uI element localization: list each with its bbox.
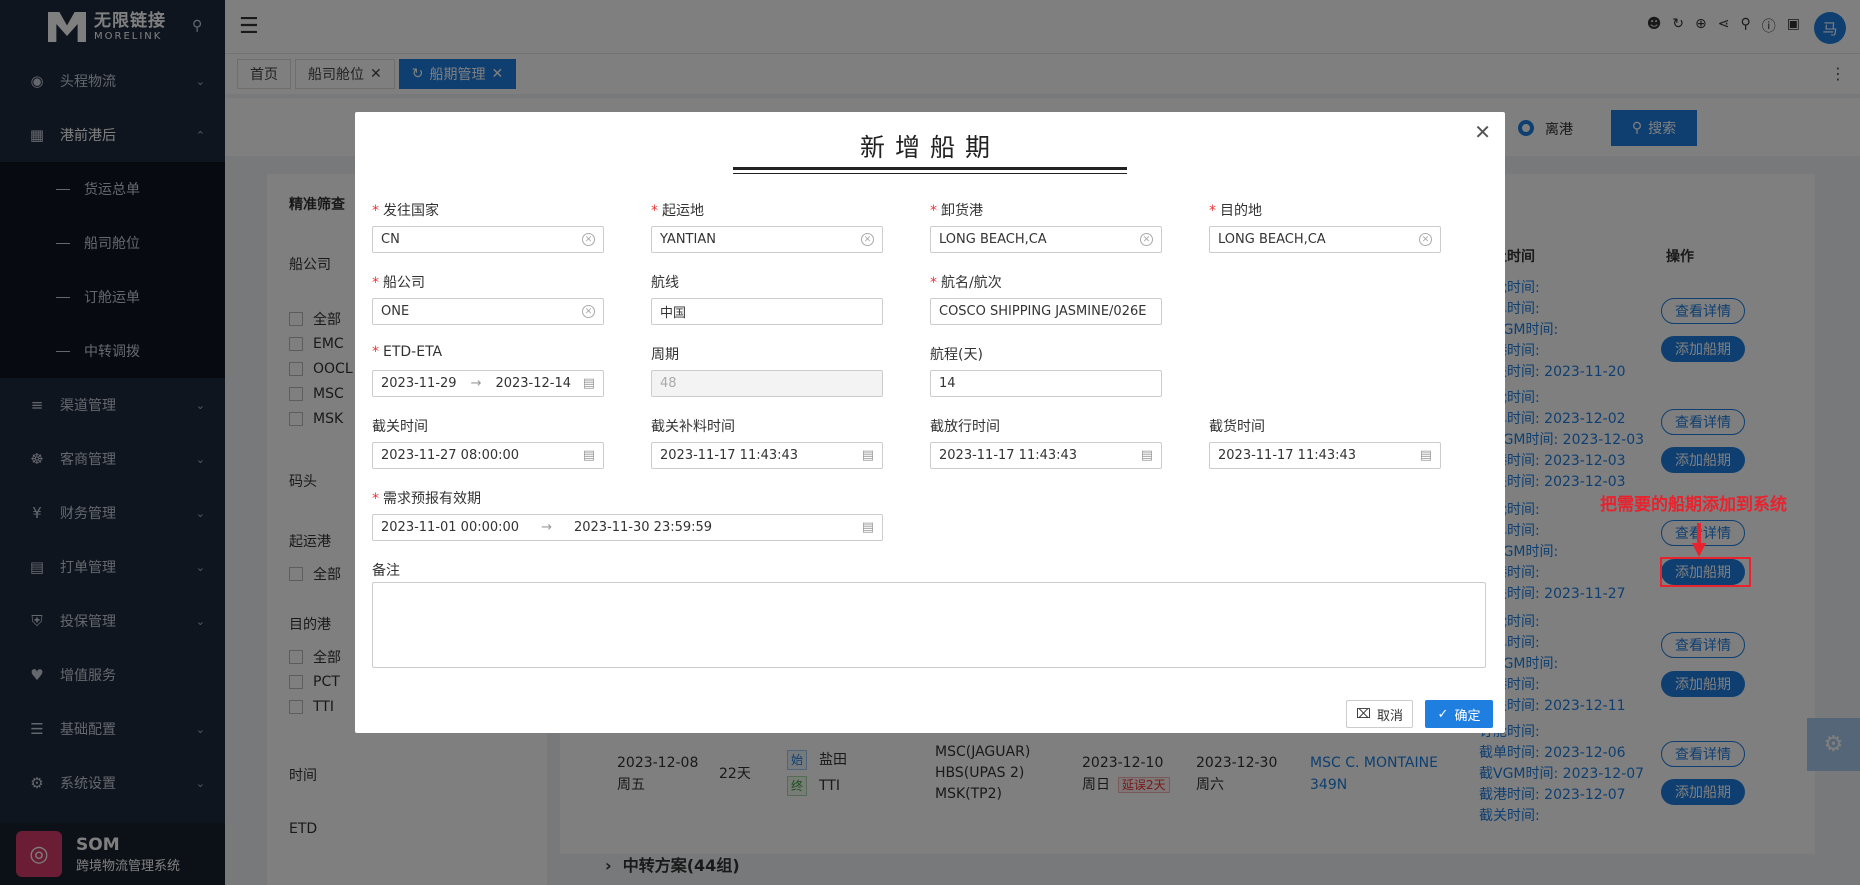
origin-field[interactable]: YANTIAN ✕ <box>651 226 883 253</box>
range-start: 2023-11-29 <box>381 376 457 391</box>
cutoff-label: 截关时间 <box>372 419 428 435</box>
origin-label: * 起运地 <box>651 203 704 219</box>
cutoff-field[interactable]: 2023-11-27 08:00:00 ▤ <box>372 442 604 469</box>
cutoff-release-field[interactable]: 2023-11-17 11:43:43 ▤ <box>930 442 1162 469</box>
cutoff-cargo-field[interactable]: 2023-11-17 11:43:43 ▤ <box>1209 442 1441 469</box>
calendar-icon[interactable]: ▤ <box>583 376 595 391</box>
calendar-icon[interactable]: ▤ <box>1141 448 1153 463</box>
cutoff-cargo-label: 截货时间 <box>1209 419 1265 435</box>
cycle-field: 48 <box>651 370 883 397</box>
voyage-days-label: 航程(天) <box>930 347 983 363</box>
annotation-arrow-icon <box>1692 523 1706 557</box>
remark-textarea[interactable] <box>372 582 1486 668</box>
field-value: 2023-11-17 11:43:43 <box>660 448 799 463</box>
arrow-right-icon: → <box>470 376 482 391</box>
field-value: 48 <box>660 376 677 391</box>
calendar-icon[interactable]: ▤ <box>1420 448 1432 463</box>
cutoff-release-label: 截放行时间 <box>930 419 1000 435</box>
field-value: 2023-11-17 11:43:43 <box>939 448 1078 463</box>
clear-icon[interactable]: ✕ <box>861 233 874 246</box>
confirm-button[interactable]: ✓ 确定 <box>1425 700 1493 728</box>
field-value: CN <box>381 232 400 247</box>
close-box-icon: ⌧ <box>1356 706 1371 722</box>
dest-field[interactable]: LONG BEACH,CA ✕ <box>1209 226 1441 253</box>
field-value: 中国 <box>660 306 687 321</box>
carrier-field[interactable]: ONE ✕ <box>372 298 604 325</box>
modal-title: 新增船期 <box>859 133 1000 162</box>
calendar-icon[interactable]: ▤ <box>862 448 874 463</box>
cutoff-supp-field[interactable]: 2023-11-17 11:43:43 ▤ <box>651 442 883 469</box>
title-underline <box>733 173 1127 174</box>
etd-eta-range[interactable]: 2023-11-29 → 2023-12-14 ▤ <box>372 370 604 397</box>
country-label: * 发往国家 <box>372 203 439 219</box>
voyage-days-field[interactable]: 14 <box>930 370 1162 397</box>
field-value: LONG BEACH,CA <box>939 232 1047 247</box>
field-value: 2023-11-17 11:43:43 <box>1218 448 1357 463</box>
arrow-right-icon: → <box>541 520 552 535</box>
field-value: 14 <box>939 376 956 391</box>
check-icon: ✓ <box>1437 706 1449 722</box>
range-end: 2023-11-30 23:59:59 <box>573 520 713 535</box>
title-underline <box>733 167 1127 170</box>
carrier-label: * 船公司 <box>372 275 425 291</box>
add-schedule-modal: ✕ 新增船期 * 发往国家 CN ✕ * 起运地 YANTIAN ✕ * 卸货港 LONG… <box>355 112 1505 733</box>
annotation-text: 把需要的船期添加到系统 <box>1600 495 1787 515</box>
remark-label: 备注 <box>372 563 400 579</box>
annotation-highlight-box <box>1660 557 1751 587</box>
clear-icon[interactable]: ✕ <box>1140 233 1153 246</box>
cancel-label: 取消 <box>1376 708 1403 724</box>
vessel-label: * 航名/航次 <box>930 275 1002 291</box>
cycle-label: 周期 <box>651 347 679 363</box>
calendar-icon[interactable]: ▤ <box>862 520 874 535</box>
calendar-icon[interactable]: ▤ <box>583 448 595 463</box>
route-label: 航线 <box>651 275 679 291</box>
cancel-button[interactable]: ⌧ 取消 <box>1346 700 1413 728</box>
range-start: 2023-11-01 00:00:00 <box>381 520 520 535</box>
etd-eta-label: * ETD-ETA <box>372 344 443 360</box>
dest-label: * 目的地 <box>1209 203 1262 219</box>
pod-field[interactable]: LONG BEACH,CA ✕ <box>930 226 1162 253</box>
validity-label: * 需求预报有效期 <box>372 491 481 507</box>
validity-range[interactable]: 2023-11-01 00:00:00 → 2023-11-30 23:59:59 ▤ <box>372 514 883 541</box>
clear-icon[interactable]: ✕ <box>582 233 595 246</box>
range-end: 2023-12-14 <box>495 376 572 391</box>
confirm-label: 确定 <box>1454 708 1481 724</box>
vessel-field[interactable]: COSCO SHIPPING JASMINE/026E <box>930 298 1162 325</box>
field-value: LONG BEACH,CA <box>1218 232 1326 247</box>
field-value: 2023-11-27 08:00:00 <box>381 448 520 463</box>
cutoff-supp-label: 截关补料时间 <box>651 419 735 435</box>
field-value: ONE <box>381 304 410 319</box>
pod-label: * 卸货港 <box>930 203 983 219</box>
field-value: YANTIAN <box>660 232 716 247</box>
field-value: COSCO SHIPPING JASMINE/026E <box>939 304 1147 319</box>
clear-icon[interactable]: ✕ <box>1419 233 1432 246</box>
clear-icon[interactable]: ✕ <box>582 305 595 318</box>
country-field[interactable]: CN ✕ <box>372 226 604 253</box>
route-field[interactable]: 中国 <box>651 298 883 325</box>
